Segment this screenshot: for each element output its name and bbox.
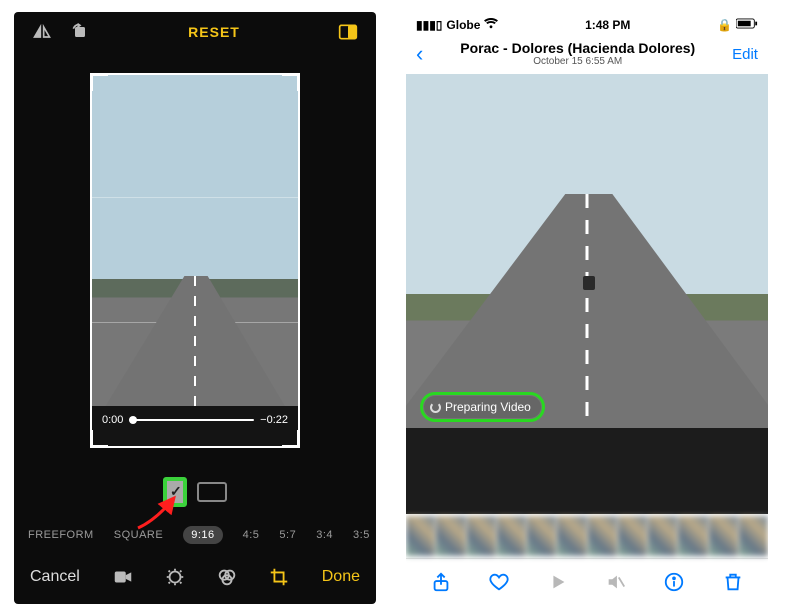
media-viewport[interactable]: Preparing Video bbox=[406, 74, 768, 514]
photo-viewer-screen: ▮▮▮▯ Globe 1:48 PM 🔒 ‹ Porac - Dolores (… bbox=[406, 12, 768, 604]
ratio-3-4[interactable]: 3:4 bbox=[316, 529, 333, 541]
mute-icon[interactable] bbox=[605, 571, 627, 593]
play-icon[interactable] bbox=[547, 571, 569, 593]
crop-editor-screen: RESET 0:00 −0:22 FREEFORM SQUARE 9:16 4:… bbox=[14, 12, 376, 604]
scrub-remaining: −0:22 bbox=[260, 414, 288, 426]
crop-tab-icon[interactable] bbox=[268, 566, 290, 588]
ratio-4-5[interactable]: 4:5 bbox=[243, 529, 260, 541]
flip-horizontal-icon[interactable] bbox=[32, 22, 52, 42]
ratio-5-7[interactable]: 5:7 bbox=[279, 529, 296, 541]
video-scrubber[interactable]: 0:00 −0:22 bbox=[102, 414, 288, 426]
status-bar: ▮▮▮▯ Globe 1:48 PM 🔒 bbox=[406, 12, 768, 34]
share-icon[interactable] bbox=[430, 571, 452, 593]
preparing-video-pill: Preparing Video bbox=[424, 396, 541, 418]
trash-icon[interactable] bbox=[722, 571, 744, 593]
nav-title: Porac - Dolores (Hacienda Dolores) Octob… bbox=[460, 41, 695, 67]
wifi-icon bbox=[484, 18, 498, 33]
nav-bar: ‹ Porac - Dolores (Hacienda Dolores) Oct… bbox=[406, 34, 768, 74]
clock-label: 1:48 PM bbox=[585, 18, 630, 32]
nav-subtitle: October 15 6:55 AM bbox=[460, 56, 695, 67]
info-icon[interactable] bbox=[663, 571, 685, 593]
portrait-orientation-button[interactable] bbox=[163, 477, 187, 507]
signal-icon: ▮▮▮▯ bbox=[416, 18, 442, 32]
distant-vehicle bbox=[583, 276, 595, 290]
ratio-square[interactable]: SQUARE bbox=[114, 529, 163, 541]
edit-button[interactable]: Edit bbox=[732, 46, 758, 63]
filters-tab-icon[interactable] bbox=[216, 566, 238, 588]
back-button[interactable]: ‹ bbox=[416, 41, 423, 67]
crop-frame[interactable]: 0:00 −0:22 bbox=[90, 73, 300, 448]
thumbnail-scrubber[interactable] bbox=[406, 514, 768, 558]
done-button[interactable]: Done bbox=[322, 568, 360, 586]
spinner-icon bbox=[430, 402, 441, 413]
orientation-row bbox=[14, 464, 376, 520]
toolbar bbox=[406, 558, 768, 604]
video-tab-icon[interactable] bbox=[112, 566, 134, 588]
scrub-current: 0:00 bbox=[102, 414, 123, 426]
ratio-9-16[interactable]: 9:16 bbox=[183, 526, 222, 544]
rotate-icon[interactable] bbox=[70, 22, 90, 42]
ratio-3-5[interactable]: 3:5 bbox=[353, 529, 370, 541]
preparing-label: Preparing Video bbox=[445, 400, 531, 414]
battery-icon bbox=[736, 18, 758, 32]
dashboard-shadow bbox=[406, 428, 768, 514]
aspect-ratio-icon[interactable] bbox=[338, 22, 358, 42]
adjust-tab-icon[interactable] bbox=[164, 566, 186, 588]
ratio-freeform[interactable]: FREEFORM bbox=[28, 529, 94, 541]
editor-top-bar: RESET bbox=[14, 12, 376, 52]
aspect-ratio-scroller[interactable]: FREEFORM SQUARE 9:16 4:5 5:7 3:4 3:5 bbox=[14, 520, 376, 550]
cancel-button[interactable]: Cancel bbox=[30, 568, 80, 586]
orientation-lock-icon: 🔒 bbox=[717, 18, 732, 32]
reset-button[interactable]: RESET bbox=[188, 24, 240, 40]
carrier-label: Globe bbox=[446, 18, 480, 32]
crop-canvas[interactable]: 0:00 −0:22 bbox=[14, 52, 376, 464]
favorite-icon[interactable] bbox=[488, 571, 510, 593]
editor-bottom-bar: Cancel Done bbox=[14, 550, 376, 604]
landscape-orientation-button[interactable] bbox=[197, 482, 227, 502]
